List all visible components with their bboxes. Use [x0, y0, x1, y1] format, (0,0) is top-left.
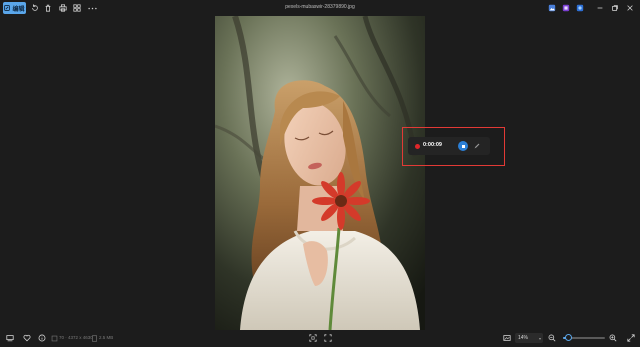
clipchamp-app-icon[interactable]: [561, 3, 571, 13]
zoom-dropdown[interactable]: 14% ▾: [515, 333, 543, 343]
recording-indicator-icon: [415, 144, 420, 149]
filmstrip-icon[interactable]: [5, 333, 15, 343]
gallery-app-icon[interactable]: [547, 3, 557, 13]
zoom-value: 14%: [518, 335, 529, 341]
status-bar: 70 · 4372 x 4630 2.5 MB 14% ▾: [0, 329, 640, 347]
stop-recording-button[interactable]: [458, 141, 468, 151]
file-size: 2.5 MB: [99, 335, 114, 340]
title-bar: 编辑 pexels-mubaswir-28379890.jpg: [0, 0, 640, 16]
fit-to-window-icon[interactable]: [308, 333, 318, 343]
stop-icon: [461, 144, 465, 148]
fullscreen-icon[interactable]: [626, 333, 636, 343]
restore-icon[interactable]: [610, 3, 620, 13]
recording-timer: 0:00:09: [423, 142, 442, 148]
image-resolution: 70 · 4372 x 4630: [59, 335, 93, 340]
window-title: pexels-mubaswir-28379890.jpg: [285, 4, 355, 10]
actual-size-icon[interactable]: [323, 333, 333, 343]
close-icon[interactable]: [625, 3, 635, 13]
favorite-icon[interactable]: [22, 333, 32, 343]
main-photo: [215, 16, 425, 330]
image-dimensions-icon: [49, 333, 59, 343]
file-size-icon: [89, 333, 99, 343]
zoom-out-icon[interactable]: [547, 333, 557, 343]
image-view-icon[interactable]: [502, 333, 512, 343]
minimize-icon[interactable]: [595, 3, 605, 13]
pen-tool-icon[interactable]: [472, 141, 482, 151]
info-icon[interactable]: [37, 333, 47, 343]
designer-app-icon[interactable]: [575, 3, 585, 13]
zoom-slider-thumb[interactable]: [565, 334, 573, 341]
zoom-in-icon[interactable]: [608, 333, 618, 343]
chevron-down-icon: ▾: [538, 335, 541, 341]
